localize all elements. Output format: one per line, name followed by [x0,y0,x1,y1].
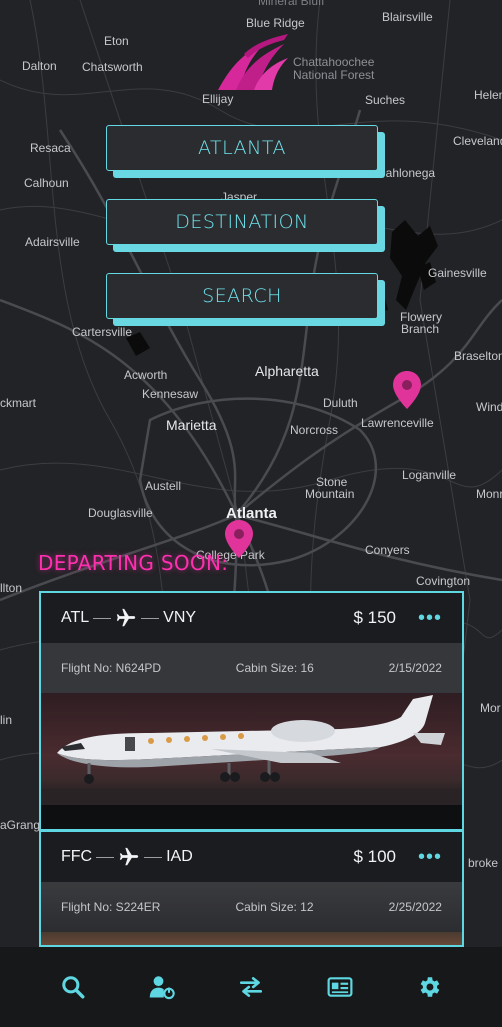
user-power-icon [149,976,175,1000]
airplane-icon [119,847,139,866]
map-town-label: Cartersville [72,325,133,339]
flight-price: $ 100 [353,847,396,866]
destination-label: DESTINATION [175,211,309,233]
map-town-label: Ellijay [202,92,234,106]
origin-field[interactable]: ATLANTA [106,125,378,171]
flight-card-meta: Flight No: N624PD Cabin Size: 16 2/15/20… [41,643,462,693]
origin-code: FFC [61,848,93,865]
map-town-label: Duluth [323,396,358,410]
map-town-label: Cleveland [453,134,502,148]
map-town-label: llton [0,581,23,595]
map-town-label: Loganville [402,468,457,482]
map-town-label: Gainesville [428,266,487,280]
map-town-label: Resaca [30,141,71,155]
flight-number: Flight No: S224ER [61,900,161,914]
map-town-label: Austell [145,479,182,493]
flight-price: $ 150 [353,608,396,627]
map-town-label: Mountain [305,487,355,501]
map-town-label: Alpharetta [255,363,319,379]
map-town-label: Braselton [454,349,502,363]
cabin-size: Cabin Size: 16 [235,661,314,675]
map-town-label: Dalton [22,59,57,73]
id-card-icon [327,977,353,997]
flight-number: Flight No: N624PD [61,661,162,675]
private-jet-image [41,695,462,829]
more-options-icon[interactable]: ••• [418,847,442,867]
tab-id-card[interactable] [320,967,360,1007]
bottom-tab-bar [0,947,502,1027]
map-town-label: Kennesaw [142,387,199,401]
flight-card[interactable]: FFC IAD $ 100 ••• Flight No: S224ER Cabi… [39,830,464,947]
flight-date: 2/15/2022 [388,661,442,675]
map-town-label: Lawrenceville [361,416,434,430]
map-town-label: Conyers [365,543,410,557]
destination-code: VNY [163,609,197,626]
tab-account[interactable] [142,967,182,1007]
origin-label: ATLANTA [198,137,286,159]
flight-date: 2/25/2022 [388,900,442,914]
map-town-label: Adairsville [25,235,80,249]
flight-card-header: FFC IAD $ 100 ••• [41,832,462,882]
map-town-label: Mineral Bluff [258,0,325,8]
map-town-label: ckmart [0,396,36,410]
cabin-size: Cabin Size: 12 [235,900,314,914]
map-town-label: Douglasville [88,506,153,520]
map-town-label: Norcross [290,423,339,437]
park-label: Chattahoochee National Forest [293,56,374,82]
search-button-label: SEARCH [202,285,282,307]
gear-icon [421,977,440,997]
origin-code: ATL [61,609,90,626]
tab-search[interactable] [53,967,93,1007]
map-town-label: Marietta [166,417,217,433]
search-icon [61,976,85,999]
jet-photo [41,693,462,829]
flight-card[interactable]: ATL VNY $ 150 ••• Flight No: N624PD Cabi… [39,591,464,831]
map-town-label: Winder [476,400,502,414]
flight-route: FFC IAD [61,846,193,868]
map-town-label: broke [468,856,499,870]
route-line [141,617,160,619]
destination-field[interactable]: DESTINATION [106,199,378,245]
park-label-line2: National Forest [293,68,375,82]
flight-card-meta: Flight No: S224ER Cabin Size: 12 2/25/20… [41,882,462,932]
more-options-icon[interactable]: ••• [418,608,442,628]
route-line [96,856,115,858]
map-town-label: Chatsworth [82,60,143,74]
section-title: DEPARTING SOON: [38,551,229,575]
map-town-label: Calhoun [24,176,69,190]
map-town-label: Acworth [124,368,168,382]
flight-card-header: ATL VNY $ 150 ••• [41,593,462,643]
swap-arrows-icon [239,977,263,997]
map-town-label: Covington [416,574,471,588]
map-town-label: Branch [401,322,440,336]
airplane-icon [116,608,136,627]
search-button[interactable]: SEARCH [106,273,378,319]
tab-settings[interactable] [409,967,449,1007]
route-line [144,856,163,858]
map-town-label: Monroe [476,487,502,501]
map-town-label: lin [0,713,13,727]
brand-logo [218,34,288,90]
map-town-label: Mor [480,701,501,715]
flight-route: ATL VNY [61,607,196,629]
map-pin-icon[interactable] [391,370,423,410]
route-line [93,617,112,619]
tab-swap[interactable] [231,967,271,1007]
map-town-label: Eton [104,34,129,48]
map-town-label: Suches [365,93,406,107]
map-town-label: Blue Ridge [246,16,305,30]
jet-photo [41,932,462,945]
map-town-label: Helen [474,88,502,102]
map-town-label: Dahlonega [377,166,436,180]
destination-code: IAD [166,848,193,865]
map-town-label: Blairsville [382,10,433,24]
